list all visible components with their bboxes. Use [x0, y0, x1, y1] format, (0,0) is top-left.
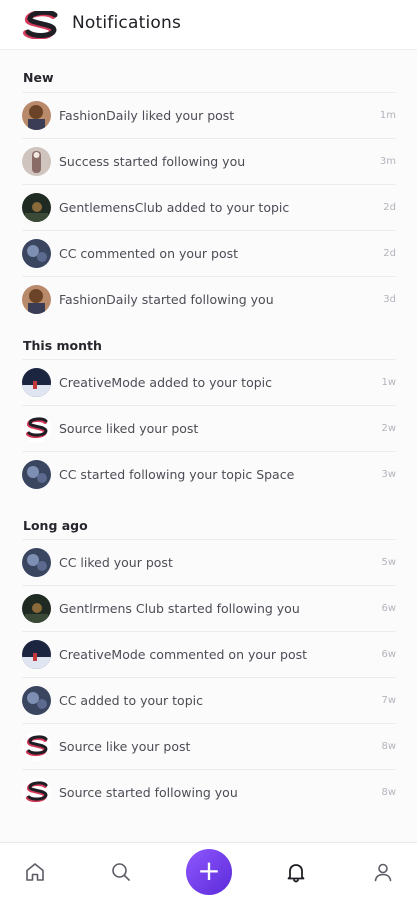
notification-time: 1w: [381, 377, 396, 388]
notifications-list: New FashionDaily liked your post 1m Succ…: [0, 50, 417, 840]
avatar-gentlemensclub[interactable]: [22, 193, 51, 222]
app-header: Notifications: [0, 0, 417, 50]
avatar-fashiondaily[interactable]: [22, 285, 51, 314]
section-header-this-month: This month: [23, 338, 102, 353]
notification-text: CreativeMode added to your topic: [59, 375, 272, 390]
notification-time: 7w: [381, 695, 396, 706]
avatar-success[interactable]: [22, 147, 51, 176]
notification-text: CC liked your post: [59, 555, 173, 570]
avatar-cc[interactable]: [22, 548, 51, 577]
nav-search[interactable]: [106, 857, 136, 887]
notification-item[interactable]: Gentlrmens Club started following you 6w: [22, 586, 396, 632]
notification-text: GentlemensClub added to your topic: [59, 200, 290, 215]
avatar-creativemode[interactable]: [22, 368, 51, 397]
notification-item[interactable]: CreativeMode commented on your post 6w: [22, 632, 396, 678]
notification-time: 6w: [381, 649, 396, 660]
notification-text: FashionDaily started following you: [59, 292, 274, 307]
create-post-button[interactable]: +: [186, 849, 232, 895]
notification-item[interactable]: FashionDaily liked your post 1m: [22, 93, 396, 139]
search-icon: [112, 863, 130, 881]
bell-icon: [287, 864, 305, 883]
notification-text: CC added to your topic: [59, 693, 203, 708]
notification-text: Success started following you: [59, 154, 246, 169]
bottom-nav: +: [0, 842, 417, 900]
page-title: Notifications: [72, 13, 181, 33]
notification-item[interactable]: Source started following you 8w: [22, 770, 396, 816]
notification-item[interactable]: GentlemensClub added to your topic 2d: [22, 185, 396, 231]
avatar-fashiondaily[interactable]: [22, 101, 51, 130]
notification-time: 2d: [383, 248, 396, 259]
notification-time: 2w: [381, 423, 396, 434]
avatar-gentlemensclub[interactable]: [22, 594, 51, 623]
notification-text: Source liked your post: [59, 421, 199, 436]
section-header-long-ago: Long ago: [23, 518, 88, 533]
notification-item[interactable]: CreativeMode added to your topic 1w: [22, 360, 396, 406]
avatar-source[interactable]: [22, 732, 51, 761]
profile-icon: [374, 863, 392, 882]
notification-item[interactable]: FashionDaily started following you 3d: [22, 277, 396, 323]
avatar-cc[interactable]: [22, 460, 51, 489]
notification-time: 2d: [383, 202, 396, 213]
notification-text: CC started following your topic Space: [59, 467, 295, 482]
notification-time: 1m: [379, 110, 396, 121]
notification-text: Source started following you: [59, 785, 238, 800]
avatar-source[interactable]: [22, 778, 51, 807]
notification-time: 8w: [381, 741, 396, 752]
notification-item[interactable]: CC started following your topic Space 3w: [22, 452, 396, 498]
avatar-source[interactable]: [22, 414, 51, 443]
notification-item[interactable]: CC liked your post 5w: [22, 540, 396, 586]
section-header-new: New: [23, 70, 54, 85]
notification-time: 8w: [381, 787, 396, 798]
notification-text: Source like your post: [59, 739, 191, 754]
nav-notifications[interactable]: [281, 857, 311, 887]
notification-text: FashionDaily liked your post: [59, 108, 235, 123]
notification-time: 6w: [381, 603, 396, 614]
notification-item[interactable]: CC commented on your post 2d: [22, 231, 396, 277]
notification-time: 3w: [381, 469, 396, 480]
notification-item[interactable]: Source liked your post 2w: [22, 406, 396, 452]
notification-item[interactable]: Success started following you 3m: [22, 139, 396, 185]
notification-text: CC commented on your post: [59, 246, 239, 261]
notification-item[interactable]: CC added to your topic 7w: [22, 678, 396, 724]
add-icon: +: [197, 854, 221, 887]
avatar-cc[interactable]: [22, 686, 51, 715]
avatar-cc[interactable]: [22, 239, 51, 268]
source-logo-icon[interactable]: [22, 11, 60, 39]
nav-home[interactable]: [20, 857, 50, 887]
avatar-creativemode[interactable]: [22, 640, 51, 669]
notification-text: CreativeMode commented on your post: [59, 647, 308, 662]
nav-profile[interactable]: [368, 857, 398, 887]
notification-time: 5w: [381, 557, 396, 568]
notification-time: 3m: [379, 156, 396, 167]
home-icon: [26, 863, 44, 881]
notification-text: Gentlrmens Club started following you: [59, 601, 300, 616]
notification-time: 3d: [383, 294, 396, 305]
notification-item[interactable]: Source like your post 8w: [22, 724, 396, 770]
